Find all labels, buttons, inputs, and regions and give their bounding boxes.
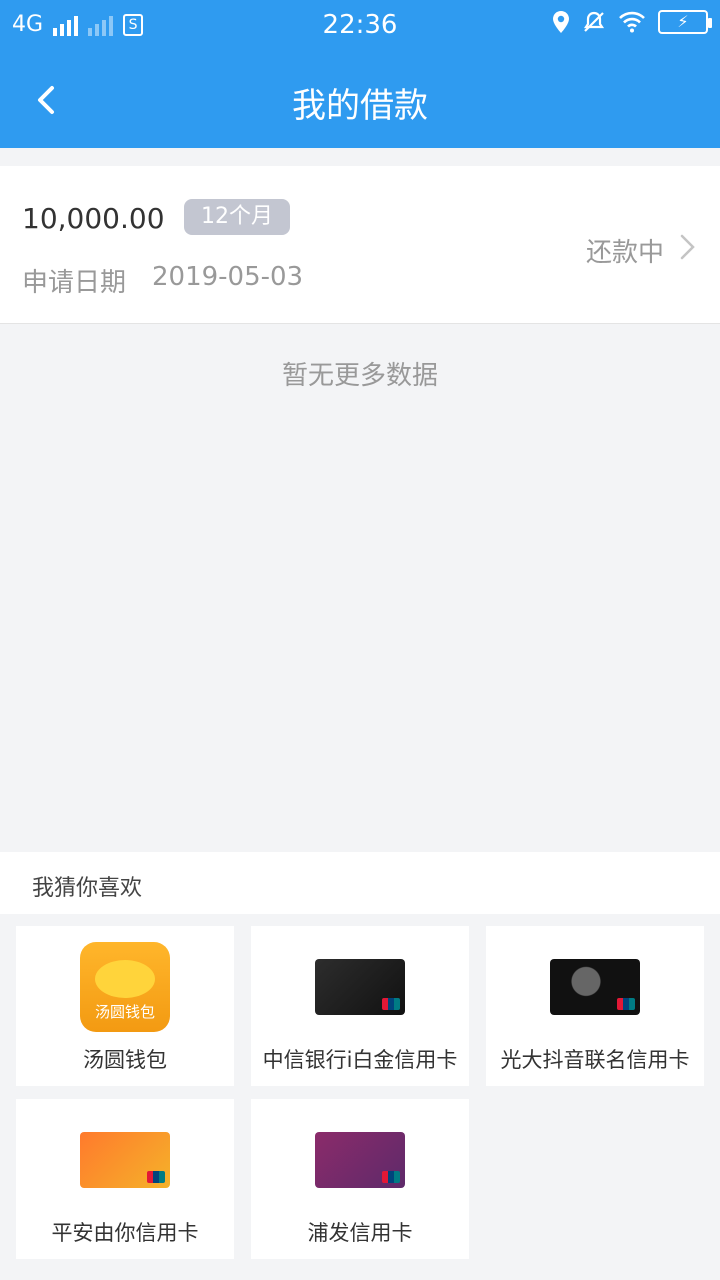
- recommend-item-label: 浦发信用卡: [307, 1221, 413, 1245]
- empty-message: 暂无更多数据: [281, 361, 438, 391]
- recommend-item-label: 光大抖音联名信用卡: [500, 1048, 690, 1072]
- mute-icon: [583, 11, 605, 32]
- loan-amount: 10,000.00: [22, 202, 165, 235]
- recommend-item-label: 中信银行i白金信用卡: [262, 1048, 458, 1072]
- credit-card-image: [315, 1115, 405, 1205]
- recommend-item-everbright[interactable]: 光大抖音联名信用卡: [486, 926, 704, 1086]
- battery-icon: ⚡: [658, 10, 712, 34]
- recommend-item-pingan[interactable]: 平安由你信用卡: [16, 1099, 234, 1259]
- credit-card-image: [550, 942, 640, 1032]
- apply-date-label: 申请日期: [22, 268, 127, 298]
- recommend-item-spdb[interactable]: 浦发信用卡: [251, 1099, 469, 1259]
- recommend-item-label: 汤圆钱包: [83, 1048, 167, 1072]
- wifi-icon: [619, 11, 645, 33]
- credit-card-image: [315, 942, 405, 1032]
- tangyuan-app-icon: 汤圆钱包: [80, 942, 170, 1032]
- status-bar: 4G S 22:36 ⚡: [0, 0, 720, 52]
- location-icon: [553, 11, 569, 33]
- loan-status: 还款中: [585, 238, 664, 268]
- term-badge: 12个月: [184, 199, 290, 235]
- app-header: 4G S 22:36 ⚡ 我的借款: [0, 0, 720, 148]
- loan-item[interactable]: 10,000.00 12个月 申请日期 2019-05-03 还款中: [0, 166, 720, 324]
- charging-icon: ⚡: [677, 12, 689, 31]
- recommend-item-label: 平安由你信用卡: [51, 1221, 199, 1245]
- recommend-title: 我猜你喜欢: [32, 876, 143, 901]
- status-right: ⚡: [552, 10, 712, 34]
- chevron-right-icon: [680, 234, 695, 260]
- recommend-item-tangyuan[interactable]: 汤圆钱包 汤圆钱包: [16, 926, 234, 1086]
- recommend-item-citic[interactable]: 中信银行i白金信用卡: [251, 926, 469, 1086]
- recommend-header: 我猜你喜欢: [0, 852, 720, 914]
- credit-card-image: [80, 1115, 170, 1205]
- nav-bar: 我的借款: [0, 60, 720, 140]
- page-title: 我的借款: [292, 86, 428, 126]
- apply-date-value: 2019-05-03: [152, 262, 304, 292]
